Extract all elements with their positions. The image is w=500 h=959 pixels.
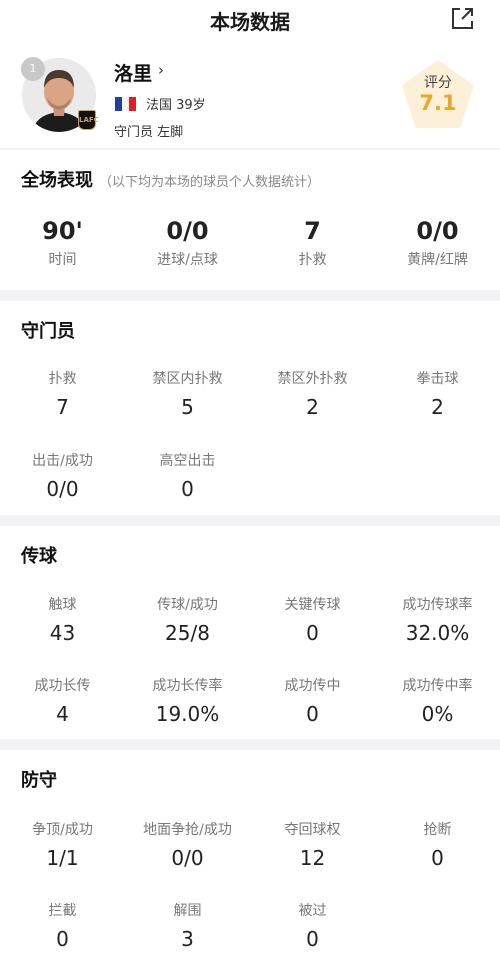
jersey-number-badge: 1 xyxy=(21,57,45,81)
page-title: 本场数据 xyxy=(210,10,290,34)
gk-stat: 高空出击 0 xyxy=(125,451,250,502)
stat-label: 时间 xyxy=(48,252,77,268)
gk-stat: 出击/成功 0/0 xyxy=(0,451,125,502)
pass-stat: 成功传中 0 xyxy=(250,676,375,727)
rating-value: 7.1 xyxy=(419,91,457,115)
stat-value: 25/8 xyxy=(165,621,210,645)
stat-label: 抢断 xyxy=(423,822,452,838)
defense-section: 防守 争顶/成功 1/1 地面争抢/成功 0/0 夺回球权 12 抢断 0 拦截… xyxy=(0,750,500,959)
stat-label: 进球/点球 xyxy=(157,252,218,268)
stat-label: 成功传中 xyxy=(284,678,341,694)
stat-label: 黄牌/红牌 xyxy=(407,252,468,268)
stat-value: 1/1 xyxy=(46,846,79,870)
stat-value: 0/0 xyxy=(171,846,204,870)
gk-stat: 禁区内扑救 5 xyxy=(125,369,250,420)
defense-title: 防守 xyxy=(21,770,57,791)
def-stat: 夺回球权 12 xyxy=(250,820,375,871)
stat-label: 关键传球 xyxy=(284,597,341,613)
stat-value: 5 xyxy=(181,395,194,419)
def-stat: 地面争抢/成功 0/0 xyxy=(125,820,250,871)
passing-section: 传球 触球 43 传球/成功 25/8 关键传球 0 成功传球率 32.0% 成… xyxy=(0,526,500,739)
stat-label: 拳击球 xyxy=(416,371,459,387)
gk-stat: 禁区外扑救 2 xyxy=(250,369,375,420)
stat-label: 高空出击 xyxy=(159,453,216,469)
stat-label: 地面争抢/成功 xyxy=(143,822,232,838)
stat-label: 出击/成功 xyxy=(32,453,93,469)
stat-value: 43 xyxy=(49,621,76,645)
stat-value: 0% xyxy=(421,702,454,726)
pass-stat: 触球 43 xyxy=(0,595,125,646)
stat-value: 12 xyxy=(299,846,326,870)
top-bar: 本场数据 xyxy=(0,0,500,40)
overall-stat-saves: 7 扑救 xyxy=(250,216,375,270)
stat-value: 7 xyxy=(304,217,321,245)
overall-title: 全场表现 （以下均为本场的球员个人数据统计） xyxy=(21,166,320,192)
france-flag-icon xyxy=(115,97,136,111)
stat-label: 成功长传 xyxy=(34,678,91,694)
def-stat: 争顶/成功 1/1 xyxy=(0,820,125,871)
stat-value: 0/0 xyxy=(46,477,79,501)
stat-label: 成功传球率 xyxy=(402,597,473,613)
stat-label: 拦截 xyxy=(48,903,77,919)
stat-label: 解围 xyxy=(173,903,202,919)
pass-stat: 成功传中率 0% xyxy=(375,676,500,727)
rating-label: 评分 xyxy=(424,75,452,91)
goalkeeper-title: 守门员 xyxy=(21,321,75,342)
stat-value: 7 xyxy=(56,395,69,419)
gk-stat: 扑救 7 xyxy=(0,369,125,420)
stat-value: 3 xyxy=(181,927,194,951)
player-name[interactable]: 洛里 xyxy=(114,59,152,86)
stat-value: 0 xyxy=(306,702,319,726)
stat-value: 0 xyxy=(306,621,319,645)
pass-stat: 成功长传率 19.0% xyxy=(125,676,250,727)
country-age: 法国 39岁 xyxy=(146,98,206,113)
stat-label: 成功长传率 xyxy=(152,678,223,694)
stat-label: 扑救 xyxy=(298,252,327,268)
stat-value: 0/0 xyxy=(166,217,209,245)
overall-stat-time: 90' 时间 xyxy=(0,216,125,270)
stat-label: 触球 xyxy=(48,597,77,613)
overall-section: 全场表现 （以下均为本场的球员个人数据统计） 90' 时间 0/0 进球/点球 7… xyxy=(0,150,500,290)
gk-stat: 拳击球 2 xyxy=(375,369,500,420)
goalkeeper-section: 守门员 扑救 7 禁区内扑救 5 禁区外扑救 2 拳击球 2 出击/成功 0/0… xyxy=(0,301,500,515)
stat-value: 0/0 xyxy=(416,217,459,245)
overall-stat-cards: 0/0 黄牌/红牌 xyxy=(375,216,500,270)
stat-label: 被过 xyxy=(298,903,327,919)
overall-subtitle: （以下均为本场的球员个人数据统计） xyxy=(99,175,321,190)
stat-label: 争顶/成功 xyxy=(32,822,93,838)
stat-label: 成功传中率 xyxy=(402,678,473,694)
stat-label: 禁区内扑救 xyxy=(152,371,223,387)
pass-stat: 成功长传 4 xyxy=(0,676,125,727)
stat-value: 19.0% xyxy=(155,702,220,726)
pass-stat: 传球/成功 25/8 xyxy=(125,595,250,646)
overall-title-text: 全场表现 xyxy=(21,170,93,191)
club-logo-text: LAFC xyxy=(79,116,99,124)
stat-value: 0 xyxy=(56,927,69,951)
stat-value: 4 xyxy=(56,702,69,726)
overall-stat-goals: 0/0 进球/点球 xyxy=(125,216,250,270)
def-stat: 被过 0 xyxy=(250,901,375,952)
stat-value: 0 xyxy=(181,477,194,501)
def-stat: 抢断 0 xyxy=(375,820,500,871)
player-profile[interactable]: 1 LAFC 洛里 › 法国 39岁 守门员 左脚 评分 7.1 xyxy=(0,40,500,148)
stat-value: 2 xyxy=(431,395,444,419)
stat-label: 传球/成功 xyxy=(157,597,218,613)
stat-value: 2 xyxy=(306,395,319,419)
share-icon[interactable] xyxy=(448,5,476,33)
club-logo: LAFC xyxy=(78,110,99,130)
stat-label: 夺回球权 xyxy=(284,822,341,838)
pass-stat: 关键传球 0 xyxy=(250,595,375,646)
def-stat: 拦截 0 xyxy=(0,901,125,952)
pass-stat: 成功传球率 32.0% xyxy=(375,595,500,646)
def-stat: 解围 3 xyxy=(125,901,250,952)
stat-value: 90' xyxy=(42,217,83,245)
position-foot: 守门员 左脚 xyxy=(114,125,184,140)
stat-label: 禁区外扑救 xyxy=(277,371,348,387)
stat-value: 0 xyxy=(431,846,444,870)
chevron-right-icon[interactable]: › xyxy=(158,61,164,79)
stat-value: 32.0% xyxy=(405,621,470,645)
stat-label: 扑救 xyxy=(48,371,77,387)
passing-title: 传球 xyxy=(21,546,57,567)
stat-value: 0 xyxy=(306,927,319,951)
